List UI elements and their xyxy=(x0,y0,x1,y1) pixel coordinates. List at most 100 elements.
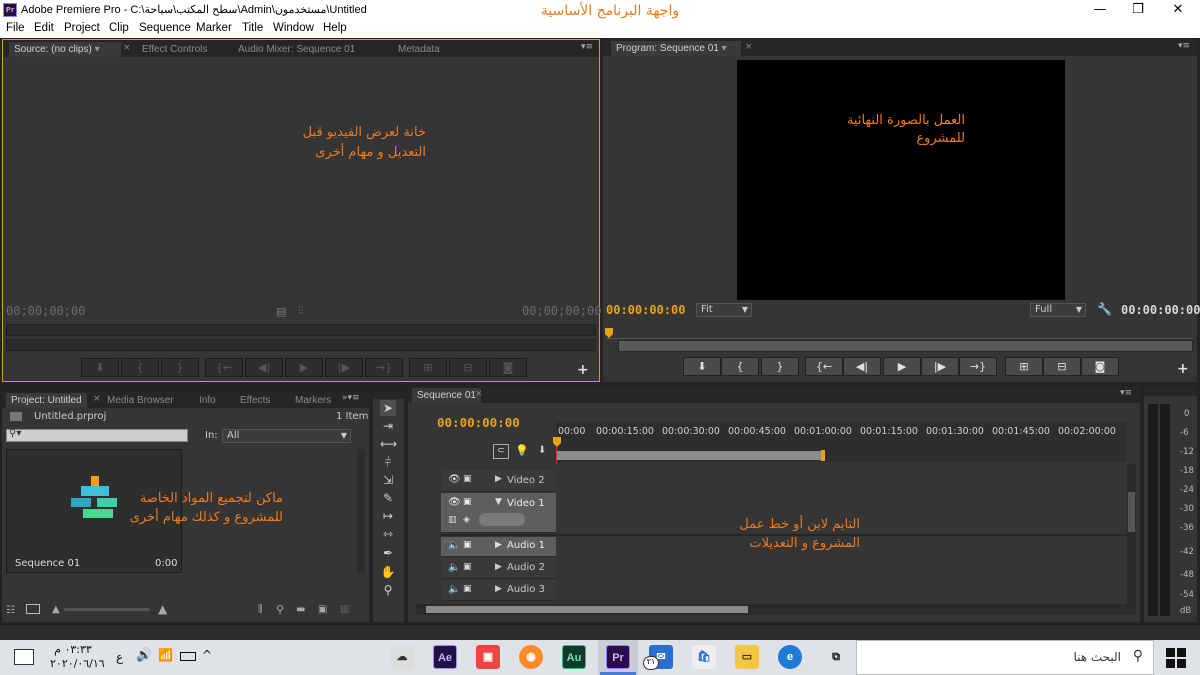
lift-button[interactable]: ⊞ xyxy=(1005,357,1043,376)
work-area-end-handle[interactable] xyxy=(821,450,825,461)
extract-button[interactable]: ⊟ xyxy=(1043,357,1081,376)
menu-help[interactable]: Help xyxy=(323,22,347,34)
razor-tool-icon[interactable]: ✎ xyxy=(380,490,396,506)
lock-icon[interactable]: ▣ xyxy=(463,540,472,550)
expand-icon[interactable]: ▶ xyxy=(495,584,502,594)
panel-menu-icon[interactable]: ▾≡ xyxy=(1178,41,1190,51)
hand-tool-icon[interactable]: ✋ xyxy=(380,564,396,580)
close-icon[interactable]: × xyxy=(123,43,131,53)
tab-audio-mixer[interactable]: Audio Mixer: Sequence 01 xyxy=(233,42,360,57)
source-scrubber-track[interactable] xyxy=(6,339,596,351)
file-explorer-icon[interactable]: ▭ xyxy=(735,645,759,669)
step-forward-button[interactable]: |▶ xyxy=(325,358,363,377)
export-frame-button[interactable]: ◙ xyxy=(1081,357,1119,376)
language-indicator[interactable]: ع xyxy=(116,650,123,664)
mark-in-button[interactable]: { xyxy=(721,357,759,376)
lock-icon[interactable]: ▣ xyxy=(463,584,472,594)
play-button[interactable]: ▶ xyxy=(883,357,921,376)
close-button[interactable]: ✕ xyxy=(1158,0,1198,20)
add-button-icon[interactable]: + xyxy=(1177,361,1189,377)
insert-button[interactable]: ⊞ xyxy=(409,358,447,377)
expand-icon[interactable]: ▶ xyxy=(495,562,502,572)
menu-project[interactable]: Project xyxy=(64,22,100,34)
app-icon-generic[interactable]: ☁ xyxy=(390,645,414,669)
panel-menu-icon[interactable]: »▾≡ xyxy=(342,393,360,403)
play-button[interactable]: ▶ xyxy=(285,358,323,377)
program-monitor-screen[interactable] xyxy=(737,60,1065,300)
project-scrollbar[interactable] xyxy=(357,449,365,573)
add-button-icon[interactable]: + xyxy=(577,362,589,378)
expand-icon[interactable]: ▶ xyxy=(495,540,502,550)
panel-menu-icon[interactable]: ▾≡ xyxy=(1120,388,1132,398)
taskbar-search-input[interactable]: البحث هنا ⚲ xyxy=(856,640,1154,675)
volume-icon[interactable]: 🔊 xyxy=(136,648,152,663)
menu-marker[interactable]: Marker xyxy=(196,22,232,34)
speaker-icon[interactable]: 🔈 xyxy=(448,540,460,551)
go-to-out-button[interactable]: →} xyxy=(365,358,403,377)
keyframe-nav[interactable] xyxy=(479,513,525,526)
rolling-edit-tool-icon[interactable]: ⫩ xyxy=(380,454,396,470)
lock-icon[interactable]: ▣ xyxy=(463,562,472,572)
tab-sequence[interactable]: Sequence 01 xyxy=(412,388,481,403)
battery-icon[interactable] xyxy=(180,652,196,661)
maximize-button[interactable]: ❐ xyxy=(1118,0,1158,20)
tab-program[interactable]: Program: Sequence 01 ▾ xyxy=(611,41,741,56)
close-icon[interactable]: × xyxy=(475,389,483,399)
tab-project[interactable]: Project: Untitled xyxy=(6,393,87,408)
zoom-slider[interactable] xyxy=(64,608,150,611)
slide-tool-icon[interactable]: ⇿ xyxy=(380,526,396,542)
film-icon[interactable]: ▤ xyxy=(276,305,286,318)
new-bin-icon[interactable]: ▬ xyxy=(296,604,305,615)
mark-out-button[interactable]: } xyxy=(161,358,199,377)
menu-edit[interactable]: Edit xyxy=(34,22,54,34)
list-view-icon[interactable]: ☷ xyxy=(6,605,15,616)
start-button[interactable] xyxy=(1166,648,1186,668)
mark-in-button[interactable]: { xyxy=(121,358,159,377)
automate-icon[interactable]: ⫼ xyxy=(258,604,263,615)
app-icon-red[interactable]: ▣ xyxy=(476,645,500,669)
clock-time[interactable]: ٠٣:٣٣ م xyxy=(53,643,93,656)
find-icon[interactable]: ⚲ xyxy=(276,603,284,616)
source-scrubber[interactable] xyxy=(6,324,596,336)
close-icon[interactable]: × xyxy=(93,394,101,404)
search-input[interactable]: ⚲▾ xyxy=(6,428,188,442)
expand-icon[interactable]: ▶ xyxy=(495,474,502,484)
tab-effects[interactable]: Effects xyxy=(235,393,275,408)
timeline-vscroll[interactable] xyxy=(1127,464,1136,604)
wifi-icon[interactable]: 📶 xyxy=(158,648,173,662)
slip-tool-icon[interactable]: ↦ xyxy=(380,508,396,524)
go-to-in-button[interactable]: {← xyxy=(205,358,243,377)
close-icon[interactable]: × xyxy=(745,42,753,52)
work-area-bar[interactable] xyxy=(556,451,824,460)
eye-icon[interactable]: 👁 xyxy=(448,497,461,508)
program-ruler[interactable] xyxy=(606,331,1193,339)
export-frame-button[interactable]: ◙ xyxy=(489,358,527,377)
mark-out-button[interactable]: } xyxy=(761,357,799,376)
tab-info[interactable]: Info xyxy=(194,393,221,408)
zoom-tool-icon[interactable]: ⚲ xyxy=(380,582,396,598)
in-dropdown[interactable]: All ▼ xyxy=(222,429,351,443)
premiere-icon[interactable]: Pr xyxy=(606,645,630,669)
wrench-icon[interactable]: 🔧 xyxy=(1097,302,1112,316)
audition-icon[interactable]: Au xyxy=(562,645,586,669)
timeline-hscroll[interactable] xyxy=(416,604,1136,615)
tab-metadata[interactable]: Metadata xyxy=(393,42,445,57)
tab-media-browser[interactable]: Media Browser xyxy=(102,393,179,408)
selection-tool-icon[interactable]: ➤ xyxy=(380,400,396,416)
fit-dropdown[interactable]: Fit ▼ xyxy=(696,303,752,317)
add-marker-icon[interactable]: ⬇ xyxy=(538,445,546,456)
menu-file[interactable]: File xyxy=(6,22,25,34)
minimize-button[interactable]: — xyxy=(1080,0,1120,20)
menu-sequence[interactable]: Sequence xyxy=(139,22,191,34)
speaker-icon[interactable]: 🔈 xyxy=(448,584,460,595)
delete-icon[interactable]: ▥ xyxy=(340,604,349,615)
notification-center-icon[interactable] xyxy=(14,649,34,665)
eye-icon[interactable]: 👁 xyxy=(448,474,461,485)
go-to-out-button[interactable]: →} xyxy=(959,357,997,376)
chevron-up-icon[interactable]: ^ xyxy=(202,648,212,662)
tab-source[interactable]: Source: (no clips) ▾ xyxy=(9,42,121,57)
pen-tool-icon[interactable]: ✒ xyxy=(380,545,396,561)
speaker-icon[interactable]: 🔈 xyxy=(448,562,460,573)
keyframe-icon[interactable]: ◈ xyxy=(463,515,470,525)
after-effects-icon[interactable]: Ae xyxy=(433,645,457,669)
